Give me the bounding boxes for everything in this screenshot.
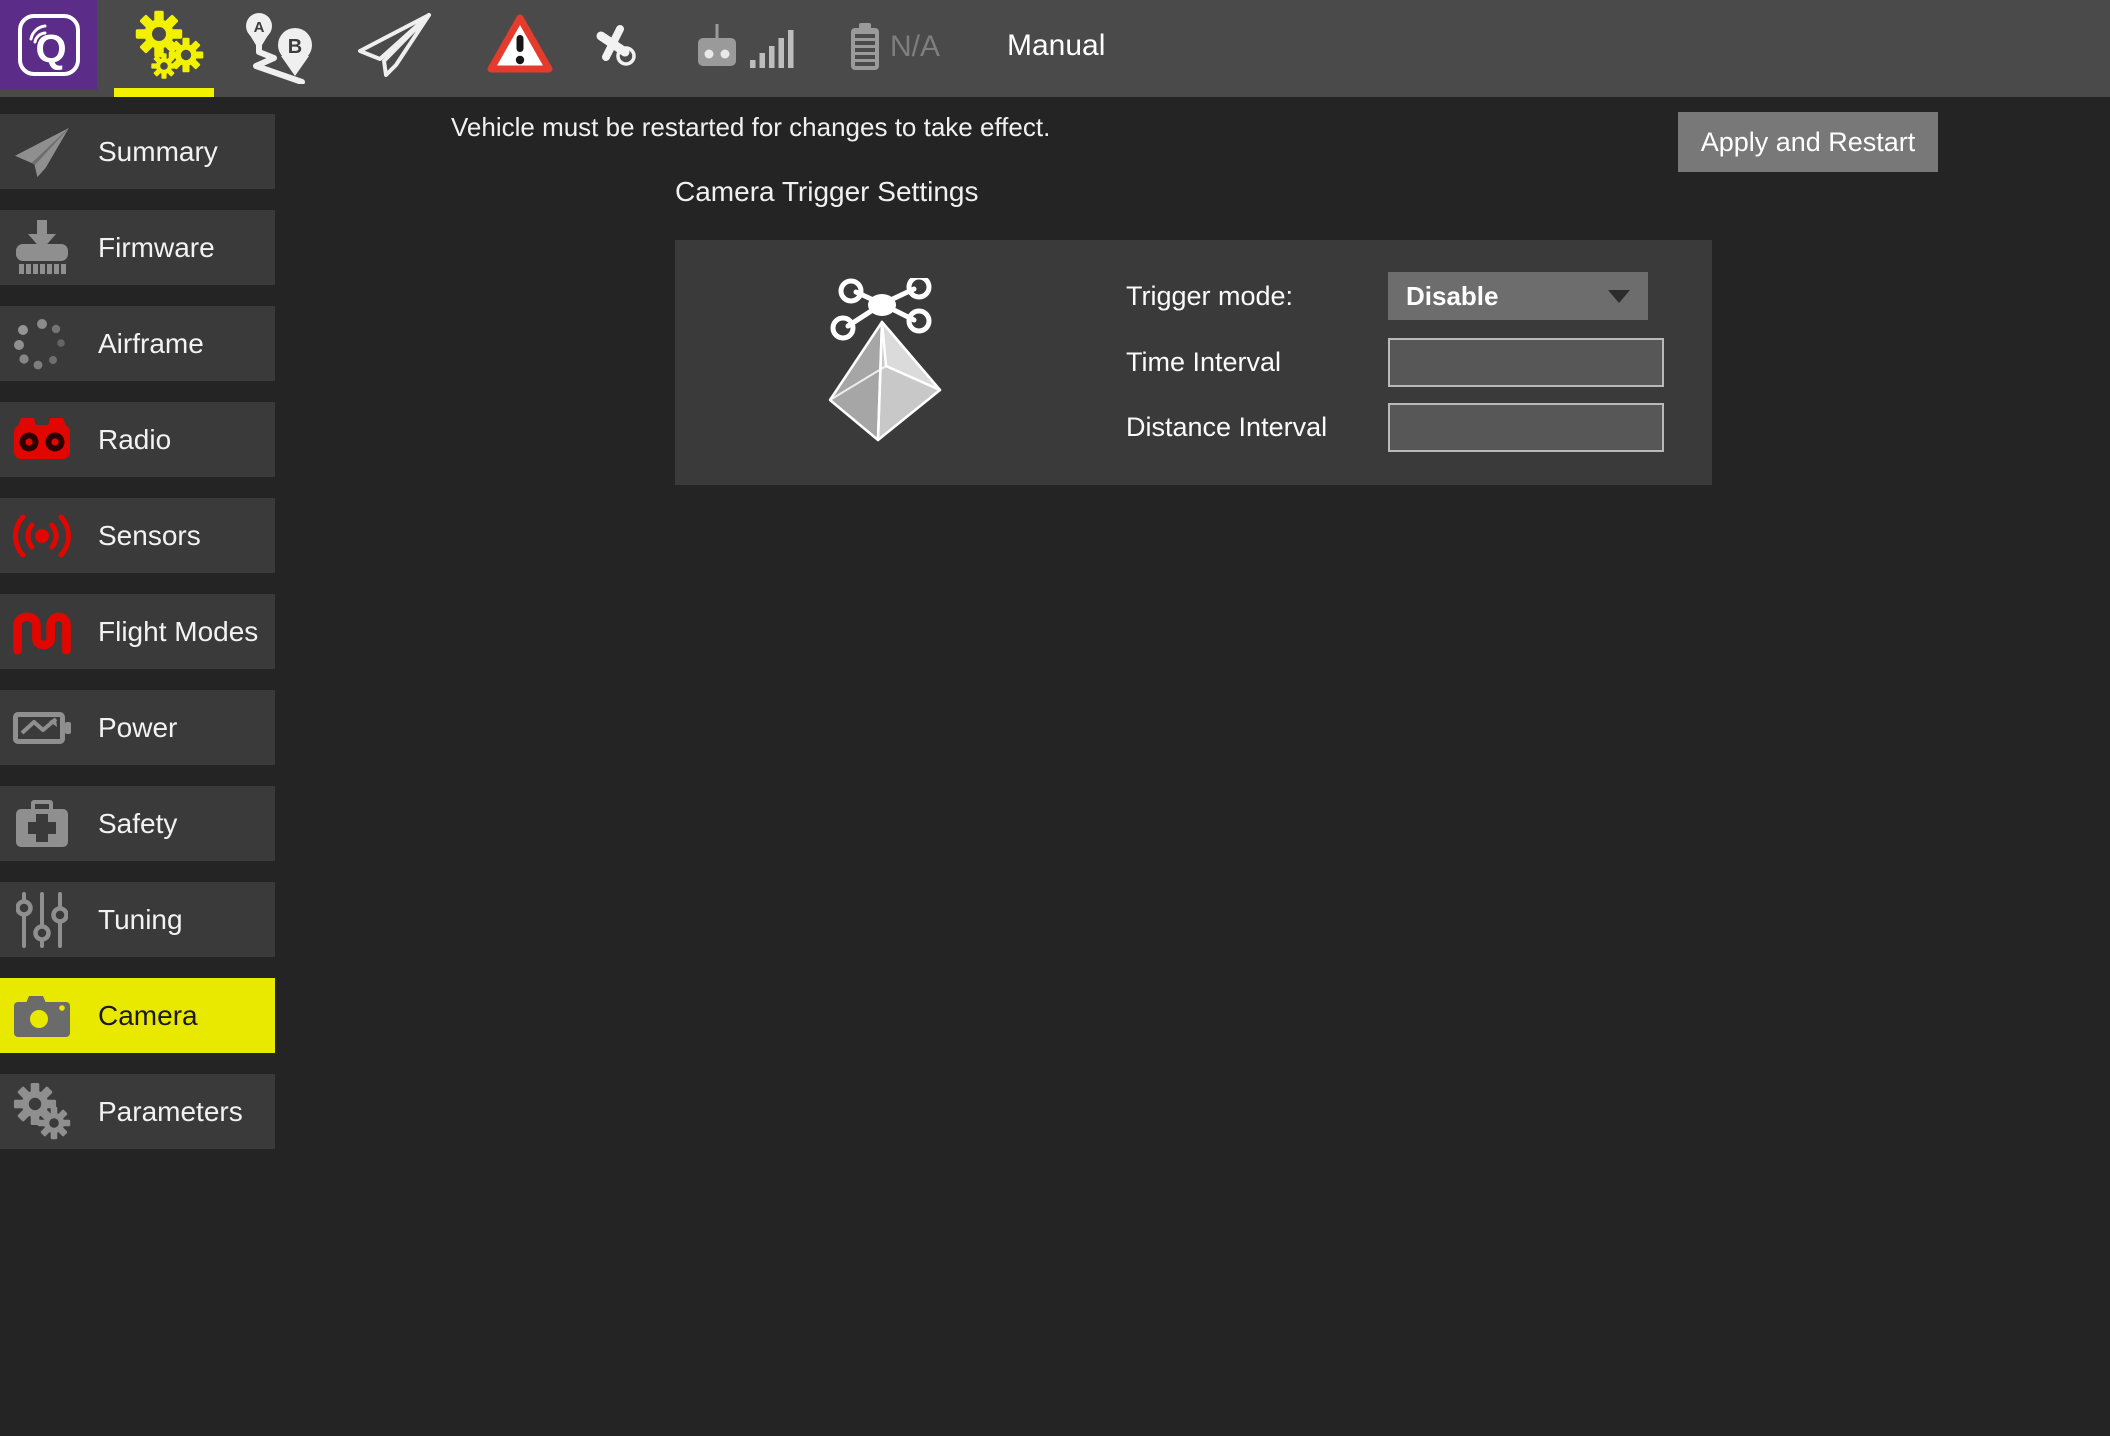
sidebar-item-label: Summary — [98, 135, 218, 167]
sidebar-item-power[interactable]: Power — [0, 690, 275, 765]
distance-interval-input[interactable] — [1388, 403, 1664, 452]
safety-case-icon — [12, 794, 72, 853]
trigger-mode-label: Trigger mode: — [1126, 280, 1294, 311]
sidebar-item-label: Safety — [98, 807, 178, 839]
restart-notice: Vehicle must be restarted for changes to… — [451, 112, 1051, 142]
parameters-gears-icon — [12, 1082, 72, 1141]
active-tab-underline — [114, 88, 214, 97]
camera-trigger-drone-icon — [818, 278, 960, 450]
sidebar-item-label: Camera — [98, 999, 198, 1031]
sidebar-item-tuning[interactable]: Tuning — [0, 882, 275, 957]
sidebar-item-label: Parameters — [98, 1095, 243, 1127]
setup-tab[interactable] — [133, 10, 205, 80]
camera-icon — [12, 986, 72, 1045]
sidebar-item-radio[interactable]: Radio — [0, 402, 275, 477]
trigger-mode-value: Disable — [1406, 280, 1499, 311]
gps-satellite-icon — [596, 25, 636, 66]
sidebar-item-safety[interactable]: Safety — [0, 786, 275, 861]
sidebar-item-firmware[interactable]: Firmware — [0, 210, 275, 285]
svg-text:B: B — [288, 36, 302, 58]
svg-text:A: A — [254, 19, 265, 36]
top-toolbar: Q A B N/A Manual — [0, 0, 2110, 97]
battery-indicator[interactable] — [847, 23, 883, 71]
time-interval-input[interactable] — [1388, 338, 1664, 387]
flight-modes-wave-icon — [12, 602, 72, 661]
sidebar-item-flight-modes[interactable]: Flight Modes — [0, 594, 275, 669]
radio-receiver-icon — [12, 410, 72, 469]
battery-icon — [851, 23, 879, 70]
plan-route-icon: A B — [246, 13, 312, 84]
firmware-flash-icon — [12, 218, 72, 277]
plan-tab[interactable]: A B — [240, 8, 320, 84]
battery-status-text: N/A — [890, 30, 941, 63]
power-battery-icon — [12, 698, 72, 757]
chevron-down-icon — [1608, 289, 1630, 303]
fly-tab[interactable] — [355, 12, 433, 78]
rc-transmitter-icon — [698, 24, 736, 66]
sidebar-item-camera[interactable]: Camera — [0, 978, 275, 1053]
sidebar-item-label: Sensors — [98, 519, 201, 551]
apply-and-restart-button[interactable]: Apply and Restart — [1678, 112, 1938, 172]
sidebar-item-label: Radio — [98, 423, 172, 455]
qgc-logo[interactable]: Q — [0, 0, 97, 90]
qgc-logo-icon: Q — [17, 14, 80, 76]
paper-plane-icon — [12, 122, 72, 181]
sidebar-item-label: Flight Modes — [98, 615, 259, 647]
telemetry-signal-bars-icon — [750, 30, 794, 68]
section-title: Camera Trigger Settings — [675, 176, 979, 207]
distance-interval-label: Distance Interval — [1126, 411, 1328, 442]
trigger-mode-dropdown[interactable]: Disable — [1388, 272, 1648, 320]
gears-setup-icon — [135, 10, 204, 79]
sidebar-item-summary[interactable]: Summary — [0, 114, 275, 189]
sidebar-item-parameters[interactable]: Parameters — [0, 1074, 275, 1149]
sidebar-item-airframe[interactable]: Airframe — [0, 306, 275, 381]
fly-paper-plane-icon — [358, 13, 431, 77]
flight-mode-label[interactable]: Manual — [1007, 29, 1105, 63]
sidebar-item-sensors[interactable]: Sensors — [0, 498, 275, 573]
warning-triangle-icon — [487, 14, 553, 73]
airframe-dots-icon — [12, 314, 72, 373]
tuning-sliders-icon — [12, 890, 72, 949]
sidebar-item-label: Airframe — [98, 327, 204, 359]
sidebar-item-label: Firmware — [98, 231, 215, 263]
svg-text:Q: Q — [35, 27, 66, 71]
warning-indicator[interactable] — [486, 13, 554, 75]
sensor-waves-icon — [12, 506, 72, 565]
time-interval-label: Time Interval — [1126, 346, 1282, 377]
gps-indicator[interactable] — [593, 24, 641, 70]
camera-trigger-panel: Trigger mode: Time Interval Distance Int… — [675, 240, 1712, 485]
sidebar-item-label: Tuning — [98, 903, 183, 935]
sidebar-item-label: Power — [98, 711, 178, 743]
rc-indicator[interactable] — [693, 22, 741, 70]
telemetry-indicator[interactable] — [750, 26, 796, 68]
